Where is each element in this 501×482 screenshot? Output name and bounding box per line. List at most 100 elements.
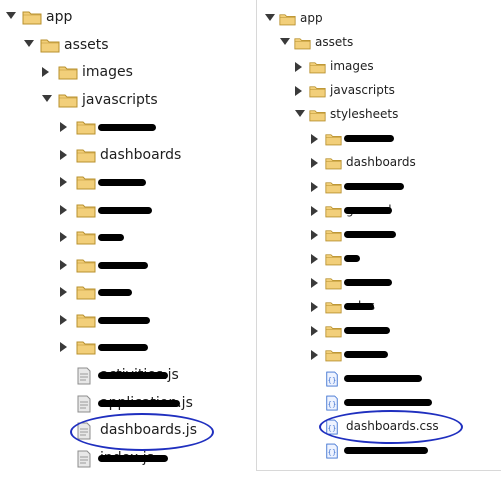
expanded-arrow-icon[interactable] [295, 110, 305, 117]
collapsed-arrow-icon[interactable] [60, 150, 67, 160]
redacted-label-mark [344, 183, 404, 190]
tree-item-app[interactable]: app [257, 10, 501, 32]
svg-text:{}: {} [328, 449, 337, 457]
collapsed-arrow-icon[interactable] [295, 86, 302, 96]
tree-item-redacted-folder[interactable] [257, 250, 501, 272]
redacted-label-mark [98, 234, 124, 241]
collapsed-arrow-icon[interactable] [311, 206, 318, 216]
js-file-icon [76, 395, 92, 417]
folder-icon [294, 35, 311, 54]
collapsed-arrow-icon[interactable] [311, 302, 318, 312]
tree-item-redacted-folder[interactable] [257, 346, 501, 368]
expanded-arrow-icon[interactable] [265, 14, 275, 21]
css-file-icon: {} [325, 443, 339, 463]
collapsed-arrow-icon[interactable] [60, 342, 67, 352]
tree-item-label: assets [64, 37, 109, 53]
redacted-label-mark [98, 207, 152, 214]
expanded-arrow-icon[interactable] [24, 40, 34, 47]
collapsed-arrow-icon[interactable] [42, 67, 49, 77]
collapsed-arrow-icon[interactable] [295, 62, 302, 72]
collapsed-arrow-icon[interactable] [311, 134, 318, 144]
tree-item-redacted-folder[interactable] [257, 226, 501, 248]
redacted-label-mark [98, 344, 148, 351]
highlight-circle [70, 413, 214, 451]
tree-item-redacted-folder[interactable] [257, 130, 501, 152]
folder-icon [325, 203, 342, 222]
css-file-icon: {} [325, 371, 339, 391]
folder-icon [325, 323, 342, 342]
collapsed-arrow-icon[interactable] [60, 232, 67, 242]
folder-icon [325, 131, 342, 150]
folder-icon [325, 299, 342, 318]
tree-item-dashboards[interactable]: dashboards [257, 154, 501, 176]
folder-icon [325, 227, 342, 246]
redacted-label-mark [98, 372, 168, 379]
collapsed-arrow-icon[interactable] [311, 278, 318, 288]
tree-item-redacted-folder[interactable] [0, 311, 256, 333]
svg-text:{}: {} [328, 377, 337, 385]
tree-item-javascripts[interactable]: javascripts [257, 82, 501, 104]
tree-item-javascripts[interactable]: javascripts [0, 91, 256, 113]
redacted-label-mark [344, 375, 422, 382]
collapsed-arrow-icon[interactable] [311, 230, 318, 240]
collapsed-arrow-icon[interactable] [60, 315, 67, 325]
collapsed-arrow-icon[interactable] [311, 350, 318, 360]
tree-item-redacted-css[interactable]: {} [257, 442, 501, 464]
tree-item-app[interactable]: app [0, 8, 256, 30]
highlight-circle [319, 410, 463, 444]
collapsed-arrow-icon[interactable] [60, 260, 67, 270]
expanded-arrow-icon[interactable] [42, 95, 52, 102]
tree-item-redacted-folder[interactable] [0, 338, 256, 360]
right-file-tree: app assets images javascripts stylesheets das… [256, 0, 501, 471]
tree-item-redacted-folder[interactable] [257, 274, 501, 296]
tree-item-redacted-folder[interactable] [257, 322, 501, 344]
redacted-label-mark [344, 399, 432, 406]
folder-icon [58, 64, 78, 84]
expanded-arrow-icon[interactable] [6, 12, 16, 19]
tree-item-assets[interactable]: assets [257, 34, 501, 56]
folder-icon [279, 11, 296, 30]
tree-item-redacted-folder[interactable] [0, 118, 256, 140]
collapsed-arrow-icon[interactable] [60, 122, 67, 132]
tree-item-redacted-css[interactable]: {} [257, 370, 501, 392]
tree-item-label: javascripts [330, 83, 395, 97]
folder-icon [76, 119, 96, 139]
tree-item-images[interactable]: images [257, 58, 501, 80]
expanded-arrow-icon[interactable] [280, 38, 290, 45]
tree-item-redacted-folder[interactable] [0, 201, 256, 223]
collapsed-arrow-icon[interactable] [60, 205, 67, 215]
tree-item-assets[interactable]: assets [0, 36, 256, 58]
collapsed-arrow-icon[interactable] [311, 182, 318, 192]
tree-item-images[interactable]: images [0, 63, 256, 85]
tree-item-redacted-folder[interactable] [0, 228, 256, 250]
folder-icon [76, 147, 96, 167]
redacted-label-mark [98, 124, 156, 131]
tree-item-label: dashboards [346, 155, 416, 169]
redacted-label-mark [98, 179, 146, 186]
tree-item-redacted-folder[interactable] [0, 283, 256, 305]
redacted-label-mark [344, 351, 388, 358]
tree-item-general[interactable]: general [257, 202, 501, 224]
redacted-label-mark [344, 135, 394, 142]
left-file-tree: app assets images javascripts dashboards acti… [0, 0, 256, 482]
folder-icon [22, 9, 42, 29]
redacted-label-mark [344, 279, 392, 286]
folder-icon [76, 257, 96, 277]
tree-item-redacted-folder[interactable] [257, 178, 501, 200]
collapsed-arrow-icon[interactable] [60, 177, 67, 187]
collapsed-arrow-icon[interactable] [60, 287, 67, 297]
tree-item-roles[interactable]: roles [257, 298, 501, 320]
tree-item-activities-js[interactable]: activities.js [0, 366, 256, 388]
tree-item-label: assets [315, 35, 354, 49]
tree-item-stylesheets[interactable]: stylesheets [257, 106, 501, 128]
collapsed-arrow-icon[interactable] [311, 254, 318, 264]
collapsed-arrow-icon[interactable] [311, 326, 318, 336]
collapsed-arrow-icon[interactable] [311, 158, 318, 168]
tree-item-redacted-folder[interactable] [0, 256, 256, 278]
tree-item-redacted-folder[interactable] [0, 173, 256, 195]
redacted-label-mark [344, 327, 390, 334]
folder-icon [76, 339, 96, 359]
tree-item-dashboards[interactable]: dashboards [0, 146, 256, 168]
tree-item-index-js[interactable]: index.js [0, 449, 256, 471]
tree-item-label: images [82, 64, 133, 80]
